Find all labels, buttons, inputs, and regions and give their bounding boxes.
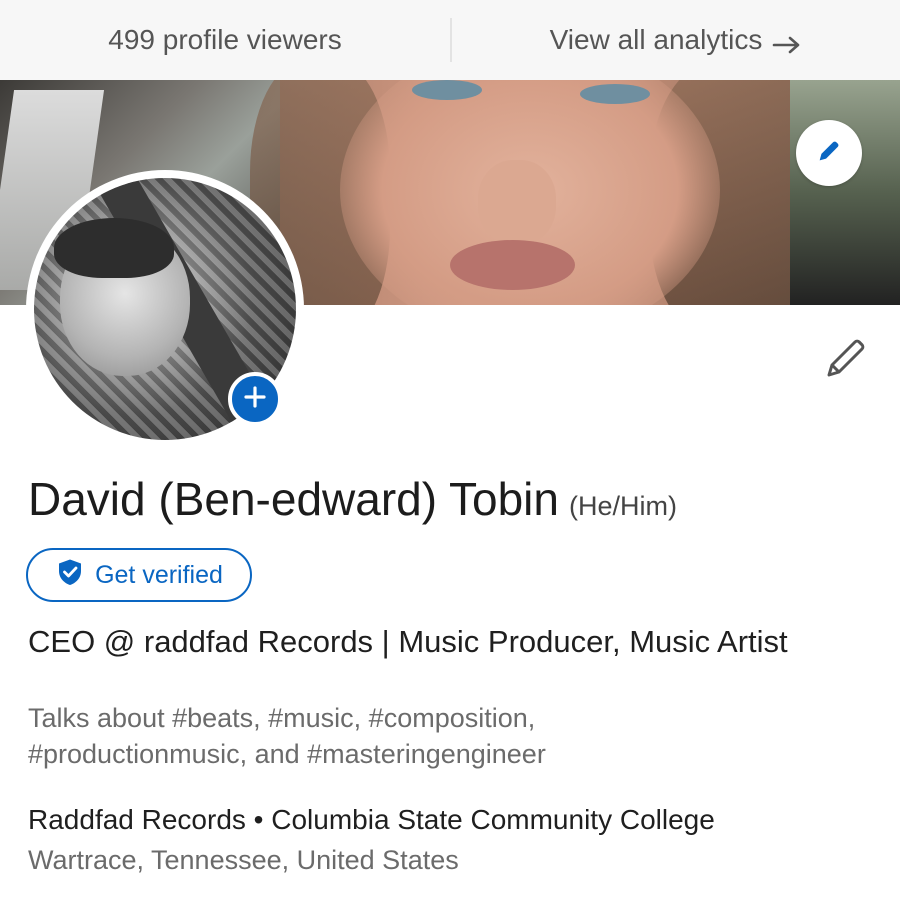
profile-headline: CEO @ raddfad Records | Music Producer, …	[28, 624, 788, 659]
talks-about-line-2: #productionmusic, and #masteringengineer	[28, 739, 546, 769]
pencil-icon	[823, 335, 869, 386]
location: Wartrace, Tennessee, United States	[28, 845, 459, 875]
shield-check-icon	[55, 557, 85, 594]
get-verified-button[interactable]: Get verified	[26, 548, 252, 602]
profile-name: David (Ben-edward) Tobin	[28, 473, 559, 525]
talks-about-line-1: Talks about #beats, #music, #composition…	[28, 703, 536, 733]
profile-viewers-label: 499 profile viewers	[108, 24, 342, 55]
view-all-analytics-label: View all analytics	[549, 24, 763, 55]
experience-summary[interactable]: Raddfad Records • Columbia State Communi…	[28, 804, 888, 836]
talks-about: Talks about #beats, #music, #composition…	[28, 700, 888, 772]
pronouns: (He/Him)	[568, 491, 677, 521]
add-photo-button[interactable]	[228, 372, 282, 426]
plus-icon	[242, 384, 268, 415]
edit-cover-button[interactable]	[796, 120, 862, 186]
name-row: David (Ben-edward) Tobin (He/Him)	[28, 472, 677, 526]
analytics-bar: 499 profile viewers View all analytics	[0, 0, 900, 80]
pencil-icon	[815, 137, 843, 170]
arrow-right-icon	[772, 30, 802, 54]
get-verified-label: Get verified	[95, 560, 223, 589]
view-all-analytics-link[interactable]: View all analytics	[452, 24, 900, 56]
edit-profile-button[interactable]	[820, 334, 872, 386]
profile-viewers-link[interactable]: 499 profile viewers	[0, 24, 450, 56]
